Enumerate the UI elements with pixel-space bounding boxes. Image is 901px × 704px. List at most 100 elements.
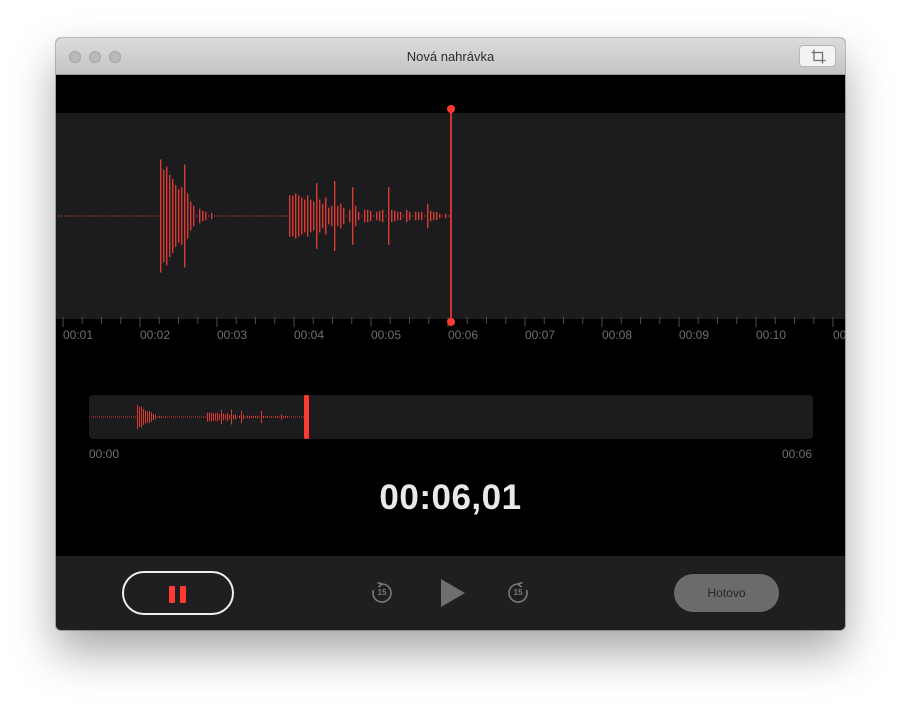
title-bar: Nová nahrávka [56,38,845,75]
playhead[interactable] [445,104,457,328]
overview-waveform-bar [117,416,118,418]
overview-waveform-bar [175,416,176,418]
overview-waveform-bar [155,414,156,420]
waveform-bar [406,209,408,223]
waveform-bar [187,193,189,239]
waveform-bar [82,215,84,217]
waveform-bar [94,215,96,217]
waveform-bar [208,215,210,217]
waveform-bar [193,205,195,227]
skip-back-button[interactable]: 15 [371,581,393,609]
overview-waveform-bar [173,416,174,418]
tick-label: 00:10 [756,328,787,342]
overview-waveform-bar [281,414,282,420]
waveform-bar [415,211,417,221]
waveform-bar [349,209,351,223]
waveform-bar [214,215,216,217]
waveform-bar [295,193,297,239]
overview-waveform-bar [203,416,204,418]
waveform-bar [256,215,258,217]
waveform-bar [325,197,327,235]
waveform-bar [358,211,360,221]
waveform-bar [109,215,111,217]
waveform-bar [442,215,444,217]
waveform-bar [340,203,342,229]
skip-forward-button[interactable]: 15 [507,581,529,609]
overview-waveform-bar [107,416,108,418]
overview-waveform-bar [229,414,230,420]
waveform-bar [364,209,366,223]
overview-playhead[interactable] [304,395,309,439]
waveform-bar [244,215,246,217]
tick-label: 00:04 [294,328,325,342]
waveform-bar [220,215,222,217]
pause-button[interactable] [122,571,234,615]
waveform-bar [253,215,255,217]
waveform-bar [343,207,345,225]
overview-waveform-bar [221,409,222,425]
play-button[interactable] [439,578,467,613]
waveform-bar [286,215,288,217]
tick-label: 00:05 [371,328,402,342]
waveform-bar [229,215,231,217]
overview-waveform-bar [153,413,154,421]
overview-waveform-bar [143,409,144,425]
overview-waveform-bar [163,416,164,418]
waveform-bar [67,215,69,217]
waveform-bar [394,210,396,222]
overview-scrubber[interactable] [89,395,813,439]
overview-waveform-bar [247,415,248,419]
waveform-bar [250,215,252,217]
overview-waveform-bar [237,416,238,418]
overview-waveform-bar [101,416,102,418]
overview-waveform-bar [135,416,136,418]
waveform-bar [130,215,132,217]
overview-waveform-bar [213,413,214,421]
waveform-bar [91,215,93,217]
overview-waveform-bar [259,416,260,418]
waveform-bar [424,215,426,217]
waveform-bar [391,209,393,223]
waveform-bar [433,211,435,221]
done-button[interactable]: Hotovo [674,574,779,612]
overview-waveform-bar [171,416,172,418]
waveform-bar [304,199,306,233]
overview-waveform-bar [149,410,150,424]
waveform-bar [145,215,147,217]
overview-waveform-bar [251,415,252,419]
overview-waveform-bar [209,412,210,422]
waveform-bar [175,185,177,247]
waveform-bar [331,205,333,227]
overview-waveform-bar [215,413,216,421]
overview-waveform-bar [115,416,116,418]
waveform-bar [103,215,105,217]
overview-waveform-bar [301,416,302,418]
waveform-bar [124,215,126,217]
waveform-bar [373,215,375,217]
waveform-bar [403,215,405,217]
waveform-bar [313,201,315,231]
waveform-bar [178,189,180,243]
overview-waveform-bar [185,416,186,418]
waveform-bar [280,215,282,217]
waveform-bar [88,215,90,217]
waveform-bar [346,215,348,217]
tick-label: 00: [833,328,845,342]
waveform-bar [316,183,318,249]
waveform-bar [247,215,249,217]
waveform-bar [217,215,219,217]
overview-waveform-bar [267,416,268,418]
overview-waveform-bar [113,416,114,418]
waveform-bar [277,215,279,217]
waveform-bar [181,187,183,245]
crop-icon [811,49,826,64]
overview-waveform-bar [269,416,270,418]
waveform-bar [238,215,240,217]
waveform-bar [61,215,63,217]
voice-memos-window: Nová nahrávka 00:01 00:02 00:03 00:04 00… [56,38,845,630]
trim-button[interactable] [799,45,836,67]
waveform-bar [298,195,300,237]
waveform-bar [310,199,312,233]
overview-waveform-bar [219,413,220,421]
waveform-bar [274,215,276,217]
